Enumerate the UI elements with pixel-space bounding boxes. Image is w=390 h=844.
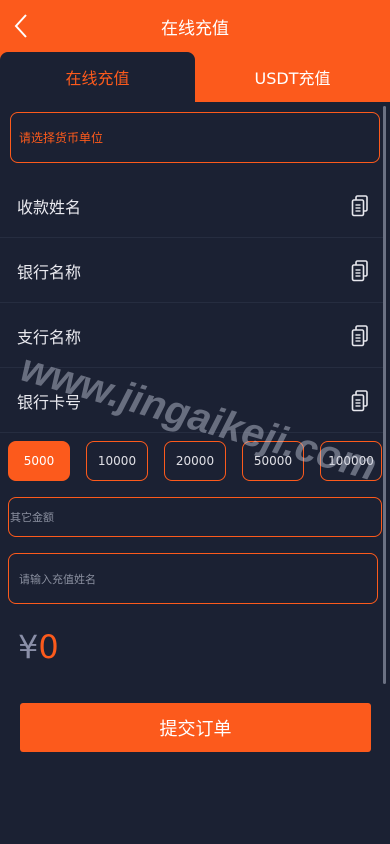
amount-option-10000[interactable]: 10000: [86, 441, 148, 481]
tab-bar: 在线充值 USDT充值: [0, 52, 390, 102]
info-label: 银行卡号: [17, 392, 82, 412]
info-label: 支行名称: [17, 327, 82, 347]
amount-option-5000[interactable]: 5000: [8, 441, 70, 481]
back-chevron-icon[interactable]: [10, 12, 34, 40]
copy-icon[interactable]: [351, 390, 369, 412]
copy-icon[interactable]: [351, 260, 369, 282]
copy-icon[interactable]: [351, 195, 369, 217]
currency-unit-select[interactable]: 请选择货币单位: [10, 112, 380, 163]
info-row-branch-name: 支行名称: [0, 303, 383, 368]
info-label: 银行名称: [17, 262, 82, 282]
scrollbar[interactable]: [383, 106, 386, 684]
info-row-card-number: 银行卡号: [0, 368, 383, 433]
page-title: 在线充值: [161, 18, 229, 39]
info-row-bank-name: 银行名称: [0, 238, 383, 303]
tab-online-recharge[interactable]: 在线充值: [0, 52, 195, 102]
amount-option-20000[interactable]: 20000: [164, 441, 226, 481]
amount-option-50000[interactable]: 50000: [242, 441, 304, 481]
header-bar: 在线充值: [0, 0, 390, 52]
other-amount-input[interactable]: 其它金额: [8, 497, 382, 537]
tab-usdt-recharge[interactable]: USDT充值: [195, 52, 390, 102]
currency-symbol: ¥: [18, 628, 39, 666]
recharge-name-input[interactable]: 请输入充值姓名: [8, 553, 378, 604]
submit-order-button[interactable]: 提交订单: [20, 703, 371, 752]
amount-option-100000[interactable]: 100000: [320, 441, 382, 481]
info-row-payee-name: 收款姓名: [0, 173, 383, 238]
total-amount-value: 0: [38, 628, 59, 666]
info-label: 收款姓名: [17, 197, 82, 217]
copy-icon[interactable]: [351, 325, 369, 347]
total-amount: ¥ 0: [18, 628, 59, 672]
